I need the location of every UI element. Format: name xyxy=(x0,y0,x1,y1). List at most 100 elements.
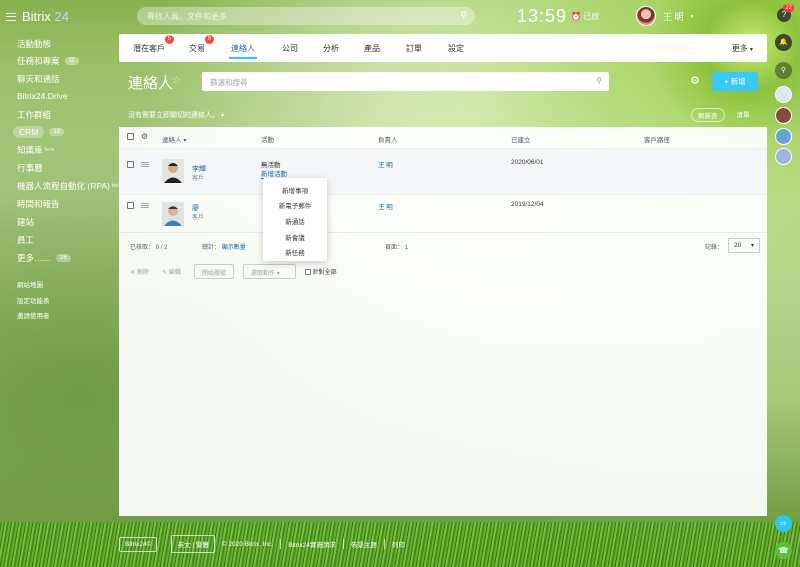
tab-orders[interactable]: 訂單 xyxy=(406,43,422,54)
footer-brand[interactable]: Bitrix24© xyxy=(119,536,158,552)
selected-count: 已核取： 0 / 2 xyxy=(130,242,167,251)
tab-label: 產品 xyxy=(364,44,380,53)
logo[interactable]: Bitrix 24 xyxy=(6,9,69,24)
tab-leads[interactable]: 潛在客戶 5 xyxy=(133,35,174,54)
row-menu-icon[interactable] xyxy=(141,203,149,208)
delete-button[interactable]: ✕ 刪除 xyxy=(130,267,149,276)
apply-all-checkbox[interactable] xyxy=(305,269,311,275)
tab-label: 公司 xyxy=(282,44,298,53)
chevron-down-icon[interactable]: ▾ xyxy=(221,113,224,119)
search-icon[interactable]: ⚲ xyxy=(460,10,467,21)
start-dialing-button[interactable]: 開始撥號 xyxy=(194,264,235,279)
contact-avatar-1[interactable] xyxy=(775,86,792,103)
table-row[interactable]: 廖 客戶 王 明 2019/12/04 xyxy=(119,194,767,231)
clock[interactable]: 13:59 xyxy=(517,6,567,27)
select-all-checkbox[interactable] xyxy=(127,133,134,140)
apply-all-toggle[interactable]: 針對全部 xyxy=(305,267,337,276)
choose-action-select[interactable]: 選取動作 ▾ xyxy=(243,264,296,279)
total-count: 總計： 顯示數量 xyxy=(202,242,246,251)
open-lines-icon[interactable]: ⇨ xyxy=(775,515,792,532)
row-checkbox[interactable] xyxy=(127,161,134,168)
print-link[interactable]: 列印 xyxy=(383,539,412,549)
sidebar-item-time[interactable]: 時間和報告 xyxy=(17,198,60,210)
refresh-view-button[interactable]: 刷新表 xyxy=(691,108,725,122)
notifications-icon[interactable]: 🔔 xyxy=(775,34,792,51)
help-icon[interactable]: ? 22 xyxy=(777,4,794,22)
sidebar-item-drive[interactable]: Bitrix24.Drive xyxy=(17,91,68,101)
sidebar-item-label: 知識庫 xyxy=(17,145,43,155)
sidebar-item-knowledge[interactable]: 知識庫 beta xyxy=(17,144,54,156)
beta-tag: beta xyxy=(44,147,55,153)
footer-copyright: © 2020 Bitrix, Inc. xyxy=(221,540,274,548)
tab-analytics[interactable]: 分析 xyxy=(323,43,339,54)
sidebar-link-label: 邀請使用者 xyxy=(17,313,50,320)
user-menu[interactable]: 王 明 ▾ xyxy=(636,6,694,26)
tab-more[interactable]: 更多 ▾ xyxy=(732,43,753,54)
table-row[interactable]: 李輝 客戶 無活動 新增活動 王 明 2020/06/01 xyxy=(119,148,767,194)
sidebar-item-crm[interactable]: CRM 13 xyxy=(13,126,65,138)
tab-contacts[interactable]: 連絡人 xyxy=(229,43,257,59)
sidebar-item-feed[interactable]: 活動動態 xyxy=(17,38,51,50)
sidebar-item-employees[interactable]: 員工 xyxy=(17,234,34,246)
sidebar-item-calendar[interactable]: 行事曆 xyxy=(17,162,43,174)
search-rail-icon[interactable]: ⚲ xyxy=(775,62,792,79)
star-icon[interactable]: ☆ xyxy=(172,75,181,86)
row-checkbox[interactable] xyxy=(127,202,134,209)
sidebar-link-configure-menu[interactable]: 設定功能表 xyxy=(17,295,50,305)
menu-item-new-call[interactable]: 新通話 xyxy=(263,216,327,226)
implementation-request-link[interactable]: Bitrix24實施請求 xyxy=(280,539,343,549)
tab-deals[interactable]: 交易 8 xyxy=(189,35,214,54)
sidebar-item-rpa[interactable]: 機器人流程自動化 (RPA) beta xyxy=(17,180,122,192)
total-label: 總計： xyxy=(202,245,221,251)
menu-icon[interactable] xyxy=(6,12,16,21)
page-indicator: 頁面： 1 xyxy=(385,242,408,251)
menu-item-new-email[interactable]: 新電子郵件 xyxy=(263,200,327,210)
column-header-customer-journey[interactable]: 客戶路徑 xyxy=(644,134,670,144)
column-header-owner[interactable]: 負責人 xyxy=(378,134,398,144)
sidebar-item-chat[interactable]: 聊天和通話 xyxy=(17,73,60,85)
menu-item-new-todo[interactable]: 新增事項 xyxy=(263,185,327,195)
menu-item-new-task[interactable]: 新任務 xyxy=(263,247,327,257)
sidebar-item-sites[interactable]: 建站 xyxy=(17,216,34,228)
search-icon[interactable]: ⚲ xyxy=(596,76,602,85)
tab-settings[interactable]: 設定 xyxy=(448,43,464,54)
phone-icon[interactable]: ☎ xyxy=(775,542,792,559)
sidebar-link-sitemap[interactable]: 網站地圖 xyxy=(17,279,43,289)
owner-link[interactable]: 王 明 xyxy=(378,201,393,211)
sidebar-item-workgroups[interactable]: 工作群組 xyxy=(17,109,51,121)
theme-link[interactable]: 佈景主題 xyxy=(342,539,384,549)
global-search-input[interactable]: 尋找人員、文件和更多 ⚲ xyxy=(137,7,475,25)
column-header-created[interactable]: 已建立 xyxy=(511,134,531,144)
tab-products[interactable]: 產品 xyxy=(364,43,380,54)
sidebar-item-label: 行事曆 xyxy=(17,163,43,173)
contact-avatar-4[interactable] xyxy=(775,148,792,165)
sidebar-item-label: CRM xyxy=(13,126,45,138)
edit-button[interactable]: ✎ 編輯 xyxy=(162,267,181,276)
contact-avatar-3[interactable] xyxy=(775,128,792,145)
sidebar-item-more[interactable]: 更多…… 26 xyxy=(17,252,71,264)
sidebar-item-tasks[interactable]: 任務和專案 11 xyxy=(17,55,79,67)
sidebar-link-invite-users[interactable]: 邀請使用者 xyxy=(17,310,50,320)
add-button[interactable]: + 新增 xyxy=(712,72,758,91)
records-per-page-select[interactable]: 20 ▾ xyxy=(728,238,760,253)
contact-avatar-2[interactable] xyxy=(775,107,792,124)
owner-link[interactable]: 王 明 xyxy=(378,159,393,169)
language-switcher[interactable]: 英文 | 繁體 xyxy=(171,535,215,553)
chevron-down-icon: ▾ xyxy=(750,243,754,249)
gear-icon[interactable]: ⚙ xyxy=(141,132,148,141)
alarm-status[interactable]: ⏰ 已啟 xyxy=(571,11,599,22)
add-activity-menu: 新增事項 新電子郵件 新通話 新會議 新任務 xyxy=(263,178,327,261)
sidebar-item-label: 任務和專案 xyxy=(17,56,60,66)
column-header-contact[interactable]: 連絡人 ▾ xyxy=(162,134,186,144)
row-menu-icon[interactable] xyxy=(141,162,149,167)
filter-search-input[interactable]: 篩選和搜尋 ⚲ xyxy=(202,72,609,91)
logo-text: Bitrix xyxy=(22,9,51,24)
tab-companies[interactable]: 公司 xyxy=(282,43,298,54)
gear-icon[interactable]: ⚙ xyxy=(690,74,700,87)
contact-photo xyxy=(162,159,184,183)
column-header-activity[interactable]: 活動 xyxy=(261,134,274,144)
menu-item-new-meeting[interactable]: 新會議 xyxy=(263,232,327,242)
records-value: 20 xyxy=(734,242,742,249)
list-view-button[interactable]: 清單 xyxy=(731,108,756,122)
show-count-link[interactable]: 顯示數量 xyxy=(222,245,246,251)
